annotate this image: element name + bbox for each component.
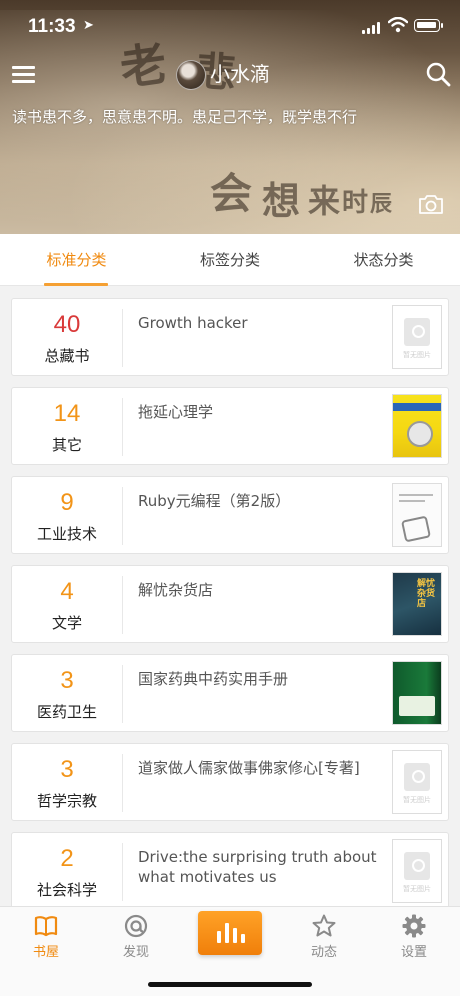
tab-standard-category[interactable]: 标准分类: [0, 234, 153, 286]
book-cover-placeholder: 暂无图片: [392, 305, 442, 369]
category-count: 3: [60, 667, 74, 694]
background-calligraphy-char: 来: [308, 182, 341, 220]
book-cover: 解忧杂货店: [392, 572, 442, 636]
username[interactable]: 小水滴: [210, 60, 270, 88]
nav-label: 设置: [400, 945, 427, 960]
avatar[interactable]: [176, 60, 206, 90]
category-name: 医药卫生: [36, 703, 97, 721]
category-card-total[interactable]: 40 总藏书 Growth hacker 暂无图片: [11, 298, 449, 376]
book-cover: [392, 394, 442, 458]
divider: [122, 843, 123, 901]
category-card-industrial-tech[interactable]: 9 工业技术 Ruby元编程（第2版）: [11, 476, 449, 554]
category-card-social-science[interactable]: 2 社会科学 Drive:the surprising truth about …: [11, 832, 449, 910]
tab-tag-category[interactable]: 标签分类: [153, 234, 307, 286]
profile-header: 老 悲 会 想 来 时 辰 11:33 ➤ 小水滴 读书患不多，思意患不明。患足…: [0, 0, 460, 234]
category-tabs: 标准分类 标签分类 状态分类: [0, 234, 460, 286]
category-count: 2: [60, 845, 74, 872]
battery-icon: [414, 19, 443, 32]
location-arrow-icon: ➤: [83, 18, 94, 33]
stats-center-button[interactable]: [198, 911, 262, 955]
category-name: 总藏书: [44, 347, 90, 365]
nav-activity[interactable]: 动态: [278, 907, 370, 967]
category-card-other[interactable]: 14 其它 拖延心理学: [11, 387, 449, 465]
book-cover-placeholder: 暂无图片: [392, 750, 442, 814]
cellular-signal-icon: [362, 22, 382, 34]
status-time: 11:33: [28, 16, 76, 37]
divider: [122, 665, 123, 723]
placeholder-text: 暂无图片: [403, 351, 431, 359]
profile-motto: 读书患不多，思意患不明。患足己不学，既学患不行: [12, 108, 358, 126]
latest-book-title: Growth hacker: [138, 314, 248, 332]
category-count: 14: [53, 400, 81, 427]
clock-icon: [407, 421, 433, 447]
background-calligraphy-char: 会: [210, 169, 253, 218]
nav-settings[interactable]: 设置: [368, 907, 460, 967]
star-icon: [312, 914, 336, 937]
background-calligraphy-char: 辰: [370, 191, 393, 217]
image-placeholder-icon: [404, 318, 430, 346]
divider: [122, 576, 123, 634]
category-count: 3: [60, 756, 74, 783]
category-count: 9: [60, 489, 74, 516]
latest-book-title: 国家药典中药实用手册: [138, 670, 289, 688]
search-icon[interactable]: [424, 60, 452, 88]
book-cover: [392, 661, 442, 725]
background-calligraphy-char: 想: [262, 178, 301, 223]
divider: [122, 754, 123, 812]
image-placeholder-icon: [404, 852, 430, 880]
book-cover-placeholder: 暂无图片: [392, 839, 442, 903]
home-indicator: [148, 982, 312, 987]
book-cover: [392, 483, 442, 547]
category-name: 工业技术: [36, 525, 97, 543]
category-count: 40: [53, 311, 81, 338]
background-calligraphy-char: 时: [342, 188, 369, 218]
wifi-icon: [388, 17, 408, 33]
divider: [122, 398, 123, 456]
category-card-philosophy-religion[interactable]: 3 哲学宗教 道家做人儒家做事佛家修心[专著] 暂无图片: [11, 743, 449, 821]
divider: [122, 309, 123, 367]
tab-status-category[interactable]: 状态分类: [307, 234, 460, 286]
placeholder-text: 暂无图片: [403, 885, 431, 893]
category-count: 4: [60, 578, 74, 605]
menu-button[interactable]: [10, 60, 38, 88]
nav-discover[interactable]: 发现: [90, 907, 182, 967]
status-bar: 11:33 ➤: [0, 0, 460, 52]
category-name: 社会科学: [36, 881, 97, 899]
category-name: 其它: [51, 436, 82, 454]
latest-book-title: 拖延心理学: [138, 403, 214, 421]
nav-label: 动态: [310, 945, 337, 960]
book-icon: [34, 916, 58, 937]
category-list: 40 总藏书 Growth hacker 暂无图片 14 其它 拖延心理学 9 …: [11, 298, 449, 921]
divider: [122, 487, 123, 545]
latest-book-title: 道家做人儒家做事佛家修心[专著]: [138, 759, 360, 777]
latest-book-title: 解忧杂货店: [138, 581, 214, 599]
latest-book-title: Ruby元编程（第2版）: [138, 492, 291, 510]
category-name: 文学: [51, 614, 82, 632]
camera-icon[interactable]: [418, 192, 444, 216]
image-placeholder-icon: [404, 763, 430, 791]
nav-label: 书屋: [32, 945, 59, 960]
category-card-literature[interactable]: 4 文学 解忧杂货店 解忧杂货店: [11, 565, 449, 643]
latest-book-title: Drive:the surprising truth about what mo…: [138, 848, 377, 886]
discover-icon: [124, 914, 148, 938]
placeholder-text: 暂无图片: [403, 796, 431, 804]
cover-title: 解忧杂货店: [417, 579, 436, 609]
category-card-medicine[interactable]: 3 医药卫生 国家药典中药实用手册: [11, 654, 449, 732]
gear-icon: [402, 914, 426, 938]
active-tab-indicator: [44, 283, 108, 286]
category-name: 哲学宗教: [36, 792, 97, 810]
nav-bookhouse[interactable]: 书屋: [0, 907, 92, 967]
nav-label: 发现: [122, 945, 149, 960]
